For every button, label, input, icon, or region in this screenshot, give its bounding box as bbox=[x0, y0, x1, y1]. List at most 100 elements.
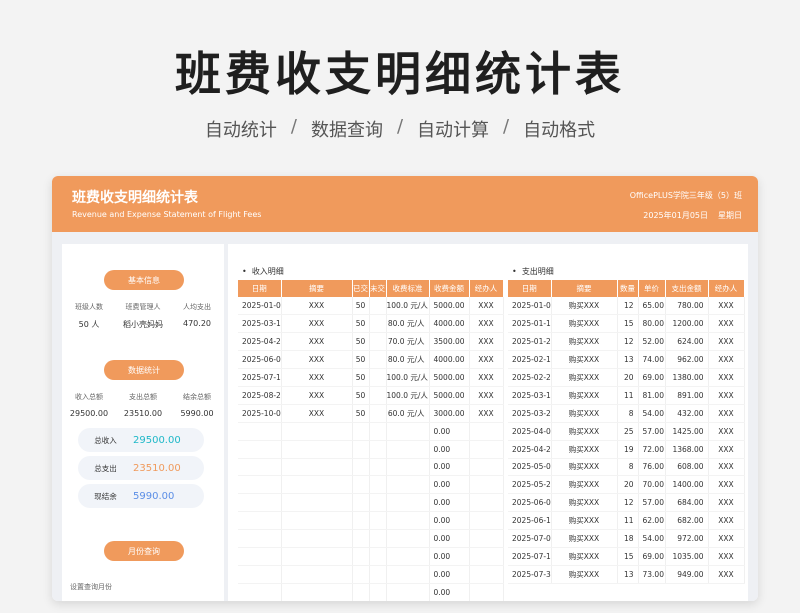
table-cell[interactable]: 8 bbox=[617, 404, 639, 423]
table-cell[interactable]: 0.00 bbox=[429, 547, 470, 566]
table-cell[interactable]: 20 bbox=[617, 368, 639, 387]
table-cell[interactable]: 54.00 bbox=[638, 529, 666, 548]
table-cell[interactable] bbox=[281, 583, 353, 601]
table-cell[interactable]: 0.00 bbox=[429, 529, 470, 548]
table-cell[interactable]: 15 bbox=[617, 547, 639, 566]
column-header[interactable]: 支出金额 bbox=[665, 280, 709, 297]
table-cell[interactable]: 50 bbox=[352, 314, 370, 334]
table-cell[interactable]: XXX bbox=[708, 332, 745, 352]
table-cell[interactable]: 50 bbox=[352, 332, 370, 352]
table-cell[interactable]: 20 bbox=[617, 475, 639, 495]
table-cell[interactable]: 0.00 bbox=[429, 511, 470, 531]
table-cell[interactable] bbox=[369, 529, 387, 548]
table-cell[interactable] bbox=[369, 475, 387, 495]
table-cell[interactable]: 5000.00 bbox=[429, 386, 470, 405]
table-cell[interactable]: XXX bbox=[708, 368, 745, 387]
stats-button[interactable]: 数据统计 bbox=[104, 360, 184, 380]
table-cell[interactable]: XXX bbox=[708, 493, 745, 513]
table-cell[interactable]: 3000.00 bbox=[429, 404, 470, 423]
column-header[interactable]: 日期 bbox=[238, 280, 282, 297]
table-cell[interactable] bbox=[386, 547, 430, 566]
table-cell[interactable]: 2025-03-26 bbox=[508, 404, 552, 423]
table-cell[interactable] bbox=[238, 458, 282, 477]
basic-info-button[interactable]: 基本信息 bbox=[104, 270, 184, 290]
table-cell[interactable]: XXX bbox=[708, 475, 745, 495]
table-cell[interactable] bbox=[352, 493, 370, 513]
table-cell[interactable] bbox=[469, 422, 504, 441]
table-cell[interactable] bbox=[469, 511, 504, 531]
table-cell[interactable]: 2025-05-07 bbox=[508, 458, 552, 477]
table-cell[interactable]: 54.00 bbox=[638, 404, 666, 423]
table-cell[interactable] bbox=[281, 458, 353, 477]
table-cell[interactable]: 2025-01-15 bbox=[508, 314, 552, 334]
table-cell[interactable]: 2025-07-16 bbox=[508, 547, 552, 566]
table-cell[interactable] bbox=[386, 422, 430, 441]
table-cell[interactable]: XXX bbox=[708, 314, 745, 334]
table-cell[interactable]: 25 bbox=[617, 422, 639, 441]
table-cell[interactable]: 购买XXX bbox=[551, 440, 618, 459]
table-cell[interactable]: 2025-03-12 bbox=[508, 386, 552, 405]
column-header[interactable]: 未交 bbox=[369, 280, 387, 297]
table-cell[interactable]: 12 bbox=[617, 332, 639, 352]
table-cell[interactable] bbox=[369, 458, 387, 477]
table-cell[interactable]: 13 bbox=[617, 565, 639, 584]
table-cell[interactable]: 15 bbox=[617, 314, 639, 334]
table-cell[interactable]: 18 bbox=[617, 529, 639, 548]
table-cell[interactable] bbox=[238, 583, 282, 601]
table-cell[interactable]: XXX bbox=[708, 511, 745, 531]
table-cell[interactable]: 0.00 bbox=[429, 583, 470, 601]
table-cell[interactable]: 2025-04-23 bbox=[238, 332, 282, 352]
table-cell[interactable] bbox=[469, 440, 504, 459]
table-cell[interactable]: 100.0 元/人 bbox=[386, 386, 430, 405]
table-cell[interactable]: XXX bbox=[281, 297, 353, 316]
table-cell[interactable] bbox=[469, 583, 504, 601]
table-cell[interactable] bbox=[469, 458, 504, 477]
table-cell[interactable] bbox=[386, 565, 430, 584]
column-header[interactable]: 经办人 bbox=[469, 280, 504, 297]
table-cell[interactable]: 62.00 bbox=[638, 511, 666, 531]
table-cell[interactable] bbox=[352, 565, 370, 584]
table-cell[interactable]: 5000.00 bbox=[429, 368, 470, 387]
table-cell[interactable]: 0.00 bbox=[429, 493, 470, 513]
table-cell[interactable]: 0.00 bbox=[429, 440, 470, 459]
table-cell[interactable]: 2025-03-12 bbox=[238, 314, 282, 334]
table-cell[interactable]: 购买XXX bbox=[551, 493, 618, 513]
table-cell[interactable]: XXX bbox=[469, 297, 504, 316]
table-cell[interactable]: 1425.00 bbox=[665, 422, 709, 441]
column-header[interactable]: 数量 bbox=[617, 280, 639, 297]
table-cell[interactable] bbox=[352, 475, 370, 495]
table-cell[interactable]: 432.00 bbox=[665, 404, 709, 423]
table-cell[interactable]: XXX bbox=[708, 458, 745, 477]
table-cell[interactable] bbox=[469, 475, 504, 495]
table-cell[interactable] bbox=[369, 511, 387, 531]
table-cell[interactable]: 74.00 bbox=[638, 350, 666, 370]
table-cell[interactable]: 76.00 bbox=[638, 458, 666, 477]
table-cell[interactable]: 60.0 元/人 bbox=[386, 404, 430, 423]
table-cell[interactable] bbox=[281, 493, 353, 513]
table-cell[interactable] bbox=[386, 529, 430, 548]
table-cell[interactable] bbox=[369, 350, 387, 370]
table-cell[interactable]: 12 bbox=[617, 297, 639, 316]
table-cell[interactable] bbox=[281, 529, 353, 548]
table-cell[interactable]: 4000.00 bbox=[429, 314, 470, 334]
table-cell[interactable]: XXX bbox=[469, 404, 504, 423]
table-cell[interactable]: 972.00 bbox=[665, 529, 709, 548]
table-cell[interactable]: 19 bbox=[617, 440, 639, 459]
table-cell[interactable] bbox=[281, 511, 353, 531]
table-cell[interactable]: 2025-07-30 bbox=[508, 565, 552, 584]
table-cell[interactable]: 4000.00 bbox=[429, 350, 470, 370]
table-cell[interactable]: 2025-02-26 bbox=[508, 368, 552, 387]
table-cell[interactable] bbox=[281, 422, 353, 441]
manager-value[interactable]: 稻小壳妈妈 bbox=[116, 319, 170, 330]
table-cell[interactable]: XXX bbox=[281, 368, 353, 387]
table-cell[interactable]: 购买XXX bbox=[551, 565, 618, 584]
table-cell[interactable] bbox=[352, 422, 370, 441]
table-cell[interactable]: 682.00 bbox=[665, 511, 709, 531]
table-cell[interactable]: 50 bbox=[352, 350, 370, 370]
table-cell[interactable]: 12 bbox=[617, 493, 639, 513]
table-cell[interactable]: 11 bbox=[617, 386, 639, 405]
table-cell[interactable] bbox=[369, 386, 387, 405]
table-cell[interactable] bbox=[369, 583, 387, 601]
table-cell[interactable]: 50 bbox=[352, 386, 370, 405]
table-cell[interactable] bbox=[369, 493, 387, 513]
